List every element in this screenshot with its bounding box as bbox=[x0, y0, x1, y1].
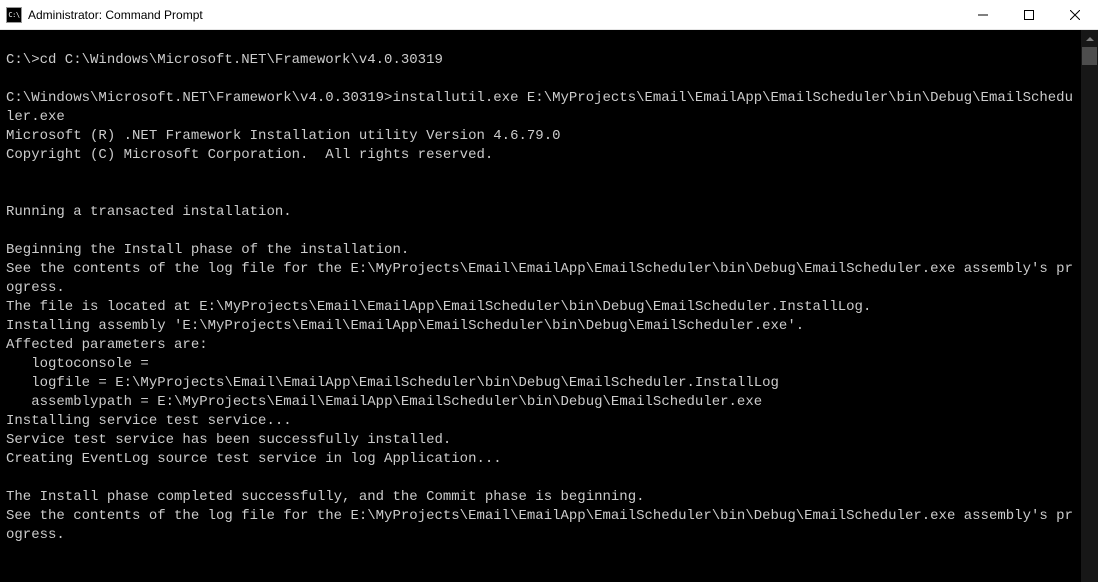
scroll-thumb[interactable] bbox=[1082, 47, 1097, 65]
maximize-button[interactable] bbox=[1006, 0, 1052, 29]
scroll-up-arrow-icon[interactable] bbox=[1081, 30, 1098, 47]
title-bar[interactable]: C:\ Administrator: Command Prompt bbox=[0, 0, 1098, 30]
console-output[interactable]: C:\>cd C:\Windows\Microsoft.NET\Framewor… bbox=[0, 30, 1081, 582]
close-button[interactable] bbox=[1052, 0, 1098, 29]
console-area: C:\>cd C:\Windows\Microsoft.NET\Framewor… bbox=[0, 30, 1098, 582]
minimize-button[interactable] bbox=[960, 0, 1006, 29]
cmd-icon: C:\ bbox=[6, 7, 22, 23]
scrollbar-vertical[interactable] bbox=[1081, 30, 1098, 582]
window-controls bbox=[960, 0, 1098, 29]
window-title: Administrator: Command Prompt bbox=[28, 8, 960, 22]
